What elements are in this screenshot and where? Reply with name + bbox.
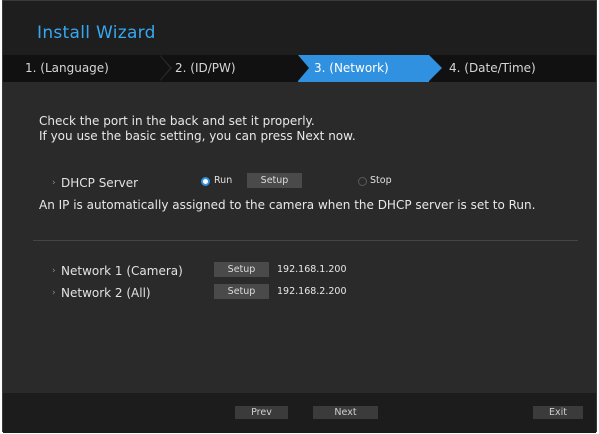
divider [33,240,578,241]
step-active-arrow-icon [429,55,442,81]
window-title: Install Wizard [37,23,156,43]
network-1-label: Network 1 (Camera) [61,264,183,278]
step-id-pw: 2. (ID/PW) [175,61,236,75]
network-1-setup-button[interactable]: Setup [214,262,269,277]
dhcp-info-text: An IP is automatically assigned to the c… [39,198,536,212]
step-date-time: 4. (Date/Time) [449,61,536,75]
radio-unselected-icon[interactable] [358,177,367,186]
wizard-content: Check the port in the back and set it pr… [3,82,596,393]
network-2-setup-button[interactable]: Setup [214,284,269,299]
wizard-footer: Prev Next Exit [3,393,596,433]
bullet-icon: › [52,288,56,298]
next-button[interactable]: Next [313,406,378,419]
intro-line-2: If you use the basic setting, you can pr… [39,129,356,143]
network-2-ip: 192.168.2.200 [277,286,347,297]
bullet-icon: › [52,266,56,276]
step-network: 3. (Network) [314,61,389,75]
wizard-steps: 1. (Language) 2. (ID/PW) 3. (Network) 4.… [3,55,596,82]
dhcp-stop-option[interactable]: Stop [370,175,392,186]
radio-selected-icon[interactable] [201,177,210,186]
dhcp-server-label: DHCP Server [61,176,139,190]
network-2-label: Network 2 (All) [61,286,151,300]
step-language: 1. (Language) [25,61,109,75]
prev-button[interactable]: Prev [235,406,288,419]
dhcp-run-option[interactable]: Run [214,175,232,186]
bullet-icon: › [52,178,56,188]
install-wizard-window: Install Wizard 1. (Language) 2. (ID/PW) … [2,0,597,433]
intro-line-1: Check the port in the back and set it pr… [39,114,315,128]
title-bar: Install Wizard [3,1,596,55]
step-separator-inner-2 [298,55,309,81]
intro-text: Check the port in the back and set it pr… [39,114,356,144]
exit-button[interactable]: Exit [533,406,583,419]
network-1-ip: 192.168.1.200 [277,264,347,275]
step-separator-inner [159,55,170,81]
frame: Install Wizard 1. (Language) 2. (ID/PW) … [0,0,599,434]
dhcp-setup-button[interactable]: Setup [247,173,302,188]
